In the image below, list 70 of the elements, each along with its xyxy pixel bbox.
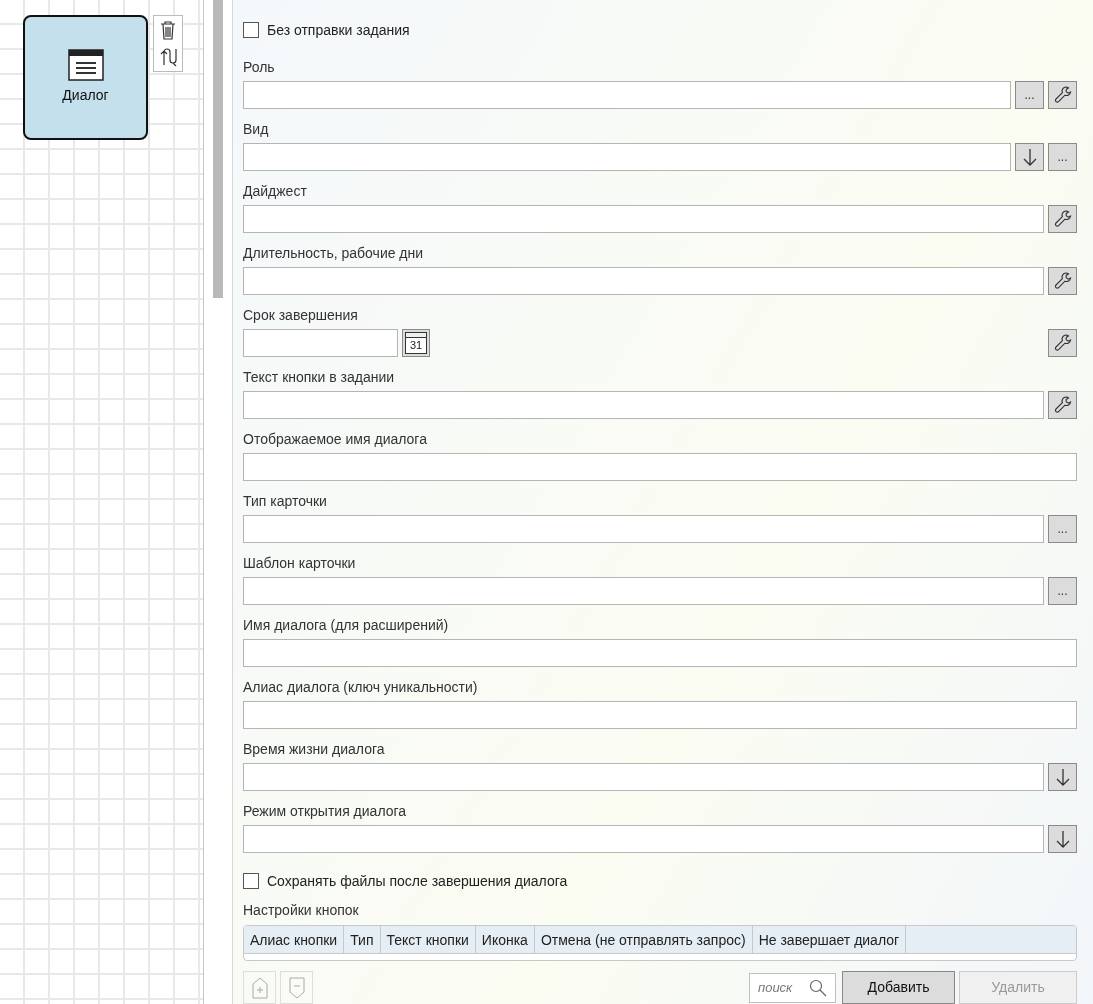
wrench-icon [1052,395,1073,415]
arrow-down-icon [1054,767,1071,787]
wrench-icon [1052,333,1073,353]
checkbox-label: Без отправки задания [267,20,410,40]
field-label: Режим открытия диалога [243,802,407,820]
field-label: Срок завершения [243,306,358,324]
field-label: Имя диалога (для расширений) [243,616,449,634]
settings-button[interactable] [1048,205,1077,233]
wrench-icon [1052,85,1073,105]
input-field[interactable] [243,205,1044,233]
search-icon [809,978,827,997]
dropdown-button[interactable] [1048,763,1077,791]
field-label: Алиас диалога (ключ уникальности) [243,678,478,696]
input-field[interactable] [243,515,1044,543]
input-field[interactable] [243,143,1011,171]
field-label: Текст кнопки в задании [243,368,395,386]
wrench-icon [1052,271,1073,291]
checkbox[interactable] [243,22,259,38]
field-label: Длительность, рабочие дни [243,244,424,262]
settings-button[interactable] [1048,391,1077,419]
calendar-button[interactable]: 31 [402,329,430,357]
input-field[interactable] [243,267,1044,295]
column-header[interactable]: Иконка [475,926,535,953]
scrollbar-thumb[interactable] [213,0,223,298]
trash-icon[interactable] [158,19,178,40]
dialog-window-icon [67,49,104,81]
browse-button[interactable]: ... [1048,143,1077,171]
checkbox-label: Сохранять файлы после завершения диалога [267,871,568,891]
field-label: Шаблон карточки [243,554,356,572]
arrow-down-icon [1021,147,1038,167]
browse-button[interactable]: ... [1015,81,1044,109]
input-field[interactable] [243,577,1044,605]
input-field[interactable] [243,453,1077,481]
move-down-icon [288,976,305,999]
field-label: Время жизни диалога [243,740,385,758]
section-label: Настройки кнопок [243,901,359,920]
column-header[interactable]: Текст кнопки [380,926,476,953]
dropdown-button[interactable] [1048,825,1077,853]
settings-button[interactable] [1048,81,1077,109]
move-up-icon [251,976,268,999]
dialog-node[interactable]: Диалог [23,15,148,140]
add-button[interactable]: Добавить [842,971,955,1004]
input-field[interactable] [243,81,1011,109]
field-label: Отображаемое имя диалога [243,430,427,448]
field-label: Дайджест [243,182,307,200]
search-placeholder: поиск [758,978,793,997]
browse-button[interactable]: ... [1048,577,1077,605]
date-field[interactable] [243,329,398,357]
column-header[interactable]: Не завершает диалог [752,926,907,953]
swap-arrows-icon[interactable] [158,47,178,68]
settings-button[interactable] [1048,329,1077,357]
input-field[interactable] [243,639,1077,667]
input-field[interactable] [243,825,1044,853]
column-header[interactable]: Отмена (не отправлять запрос) [534,926,753,953]
search-field[interactable]: поиск [749,972,836,1003]
field-label: Роль [243,58,275,76]
column-header[interactable]: Тип [344,926,381,953]
wrench-icon [1052,209,1073,229]
settings-button[interactable] [1048,267,1077,295]
field-label: Вид [243,120,269,138]
dropdown-button[interactable] [1015,143,1044,171]
input-field[interactable] [243,391,1044,419]
column-header[interactable]: Алиас кнопки [244,926,345,953]
field-label: Тип карточки [243,492,327,510]
input-field[interactable] [243,763,1044,791]
input-field[interactable] [243,701,1077,729]
node-label: Диалог [62,86,109,105]
checkbox[interactable] [243,873,259,889]
arrow-down-icon [1054,829,1071,849]
browse-button[interactable]: ... [1048,515,1077,543]
